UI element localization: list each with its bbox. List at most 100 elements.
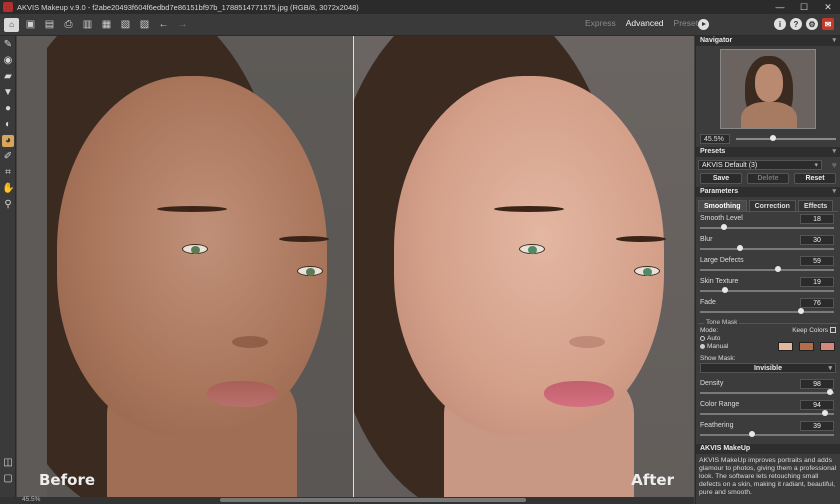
eyedropper-icon[interactable]: ✐ [2, 151, 14, 163]
keep-colors-option[interactable]: Keep Colors [792, 327, 836, 334]
nose-shape [569, 336, 605, 348]
parameters-header[interactable]: Parameters [696, 187, 840, 197]
mask-slider-track[interactable] [700, 434, 834, 436]
smoothing-slider-track[interactable] [700, 290, 834, 292]
eraser-icon[interactable]: ▰ [2, 71, 14, 83]
mode-manual-option[interactable]: Manual [700, 343, 728, 350]
mask-slider-knob[interactable] [827, 389, 834, 395]
smoothing-slider-value-field[interactable]: 19 [800, 277, 834, 287]
mode-advanced[interactable]: Advanced [621, 18, 669, 28]
app-logo-icon [3, 2, 13, 12]
auto-label: Auto [707, 335, 721, 342]
navigator-zoom-row: 45.5% [700, 134, 836, 144]
smoothing-slider-knob[interactable] [736, 245, 743, 251]
close-button[interactable]: ✕ [816, 2, 840, 13]
reset-preset-button[interactable]: Reset [794, 173, 836, 184]
crop-icon[interactable]: ⌗ [2, 167, 14, 179]
undo-icon[interactable]: ← [156, 18, 171, 32]
smoothing-slider-knob[interactable] [775, 266, 782, 272]
smoothing-slider-value-field[interactable]: 59 [800, 256, 834, 266]
mask-slider-knob[interactable] [822, 410, 829, 416]
smoothing-slider-track[interactable] [700, 311, 834, 313]
mask-slider-value-field[interactable]: 39 [800, 421, 834, 431]
show-mask-select[interactable]: Invisible [700, 363, 836, 373]
hand-icon[interactable]: ✋ [2, 183, 14, 195]
smoothing-slider-track[interactable] [700, 269, 834, 271]
delete-preset-button[interactable]: Delete [747, 173, 789, 184]
smoothing-slider-value-field[interactable]: 30 [800, 235, 834, 245]
tab-effects[interactable]: Effects [797, 200, 834, 211]
save-icon[interactable]: ▤ [42, 18, 57, 32]
image-canvas[interactable]: Before After [17, 36, 694, 497]
smoothing-slider-track[interactable] [700, 248, 834, 250]
tone-swatch-light[interactable] [778, 342, 793, 351]
eye-icon[interactable]: ◉ [2, 55, 14, 67]
smoothing-slider-knob[interactable] [798, 308, 805, 314]
favorite-heart-icon[interactable]: ♥ [832, 160, 837, 170]
minimize-button[interactable]: — [768, 2, 792, 12]
mode-auto-option[interactable]: Auto [700, 335, 720, 342]
navigator-thumbnail[interactable] [720, 49, 816, 129]
tab-correction[interactable]: Correction [748, 200, 796, 211]
face-shape [57, 76, 327, 436]
right-eye-shape [297, 266, 323, 276]
right-eye-shape [634, 266, 660, 276]
zoom-slider[interactable] [736, 135, 836, 141]
preset-select[interactable]: AKVIS Default (3) [698, 160, 822, 170]
auto-radio[interactable] [700, 335, 705, 341]
drop-icon[interactable]: ● [2, 103, 14, 115]
import-icon[interactable]: ▧ [118, 18, 133, 32]
mask-slider-knob[interactable] [748, 431, 755, 437]
right-brow-shape [279, 236, 329, 242]
single-view-icon[interactable]: ▢ [2, 473, 14, 485]
stamp-icon[interactable]: ▼ [2, 87, 14, 99]
smoothing-slider-value-field[interactable]: 76 [800, 298, 834, 308]
makeup-brush-icon[interactable]: ◕ [2, 135, 14, 147]
batch-icon[interactable]: ▥ [80, 18, 95, 32]
mode-express[interactable]: Express [580, 18, 621, 28]
open-icon[interactable]: ▣ [23, 18, 38, 32]
zoom-slider-knob[interactable] [770, 135, 776, 141]
notifications-icon[interactable]: ✉ [822, 18, 834, 30]
retouch-brush-icon[interactable]: ✎ [2, 39, 14, 51]
save-preset-button[interactable]: Save [700, 173, 742, 184]
keep-colors-checkbox[interactable] [830, 327, 836, 334]
info-text: AKVIS MakeUp improves portraits and adds… [699, 457, 837, 496]
mask-slider-track[interactable] [700, 392, 834, 394]
export-icon[interactable]: ▨ [137, 18, 152, 32]
mask-slider-value-field[interactable]: 94 [800, 400, 834, 410]
run-play-icon[interactable] [698, 19, 709, 30]
settings-icon[interactable]: ⚙ [806, 18, 818, 30]
mask-slider-track[interactable] [700, 413, 834, 415]
tone-swatch-pink[interactable] [820, 342, 835, 351]
zoom-icon[interactable]: ⚲ [2, 199, 14, 211]
nose-shape [232, 336, 268, 348]
smoothing-slider-label: Blur [700, 236, 713, 243]
split-view-icon[interactable]: ◫ [2, 457, 14, 469]
zoom-select[interactable]: 45.5% [700, 134, 730, 144]
redo-icon[interactable]: → [175, 18, 190, 32]
smoothing-slider-knob[interactable] [722, 287, 729, 293]
smoothing-slider-knob[interactable] [720, 224, 727, 230]
smoothing-slider-row: Blur 30 [698, 235, 838, 256]
after-image: After [354, 36, 694, 497]
navigator-header[interactable]: Navigator [696, 36, 840, 46]
mask-slider-value-field[interactable]: 98 [800, 379, 834, 389]
manual-radio[interactable] [700, 343, 705, 349]
color-picker-icon[interactable]: ◐ [2, 119, 14, 131]
smoothing-slider-value-field[interactable]: 18 [800, 214, 834, 224]
tools-strip: ✎ ◉ ▰ ▼ ● ◐ ◕ ✐ ⌗ ✋ ⚲ ◫ ▢ [0, 36, 16, 504]
share-icon[interactable]: ▦ [99, 18, 114, 32]
tab-smoothing[interactable]: Smoothing [698, 200, 747, 211]
tone-swatch-dark[interactable] [799, 342, 814, 351]
presets-header[interactable]: Presets [696, 147, 840, 157]
info-icon[interactable]: i [774, 18, 786, 30]
horizontal-scrollbar[interactable] [220, 498, 526, 502]
maximize-button[interactable]: ☐ [792, 2, 816, 13]
status-bar: 45.5% [0, 496, 694, 504]
left-brow-shape [157, 206, 227, 212]
before-image: Before [17, 36, 353, 497]
help-icon[interactable]: ? [790, 18, 802, 30]
print-icon[interactable]: ⎙ [61, 18, 76, 32]
home-icon[interactable]: ⌂ [4, 17, 19, 32]
